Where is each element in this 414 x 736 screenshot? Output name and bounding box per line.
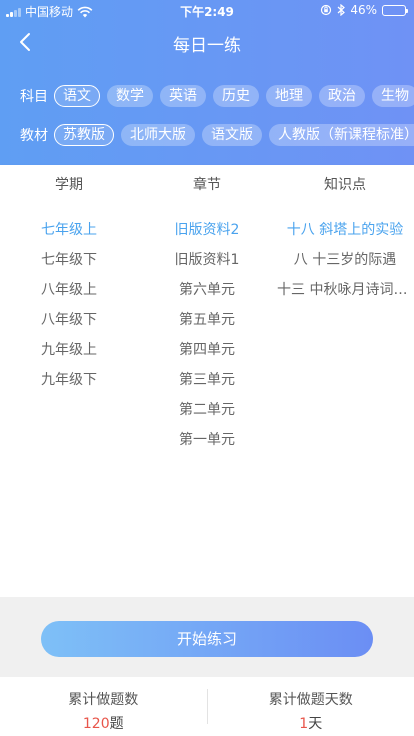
header: 中国移动 下午2:49 46% 每日一练 科目 语文 数学 英语 历史 地理 政… bbox=[0, 0, 414, 165]
textbook-row: 教材 苏教版 北师大版 语文版 人教版（新课程标准） bbox=[0, 122, 414, 148]
subject-label: 科目 bbox=[20, 89, 48, 105]
page-title: 每日一练 bbox=[173, 36, 241, 56]
knowledge-item[interactable]: 十八 斜塔上的实验 bbox=[287, 215, 403, 245]
semester-item[interactable]: 七年级上 bbox=[41, 215, 97, 245]
bluetooth-icon bbox=[337, 4, 346, 16]
stat-days-value: 1天 bbox=[208, 713, 414, 733]
stat-questions-unit: 题 bbox=[109, 716, 124, 732]
filter-tabs: 学期 章节 知识点 bbox=[0, 165, 414, 205]
textbook-chip[interactable]: 语文版 bbox=[202, 124, 262, 146]
semester-item[interactable]: 九年级上 bbox=[41, 335, 97, 365]
subject-chip[interactable]: 语文 bbox=[54, 85, 100, 107]
semester-item[interactable]: 八年级下 bbox=[41, 305, 97, 335]
semester-item[interactable]: 八年级上 bbox=[41, 275, 97, 305]
semester-column: 七年级上 七年级下 八年级上 八年级下 九年级上 九年级下 bbox=[0, 215, 138, 597]
knowledge-item[interactable]: 十三 中秋咏月诗词三首 bbox=[277, 275, 413, 305]
subject-chip[interactable]: 英语 bbox=[160, 85, 206, 107]
stat-days: 累计做题天数 1天 bbox=[208, 677, 414, 736]
semester-item[interactable]: 九年级下 bbox=[41, 365, 97, 395]
stat-questions-value: 120题 bbox=[0, 713, 207, 733]
stat-questions: 累计做题数 120题 bbox=[0, 677, 207, 736]
chapter-item[interactable]: 旧版资料1 bbox=[175, 245, 240, 275]
subject-chip[interactable]: 数学 bbox=[107, 85, 153, 107]
chapter-item[interactable]: 第五单元 bbox=[179, 305, 235, 335]
textbook-chip[interactable]: 北师大版 bbox=[121, 124, 195, 146]
subject-chip[interactable]: 历史 bbox=[213, 85, 259, 107]
knowledge-column: 十八 斜塔上的实验 八 十三岁的际遇 十三 中秋咏月诗词三首 bbox=[276, 215, 414, 597]
textbook-label: 教材 bbox=[20, 128, 48, 144]
subject-row: 科目 语文 数学 英语 历史 地理 政治 生物 bbox=[0, 83, 414, 109]
battery-icon bbox=[382, 4, 408, 16]
chapter-item[interactable]: 第四单元 bbox=[179, 335, 235, 365]
stats-bar: 累计做题数 120题 累计做题天数 1天 bbox=[0, 677, 414, 736]
subject-chip[interactable]: 生物 bbox=[372, 85, 414, 107]
subject-chip[interactable]: 地理 bbox=[266, 85, 312, 107]
nav-bar: 每日一练 bbox=[0, 28, 414, 58]
tab-knowledge-point[interactable]: 知识点 bbox=[276, 165, 414, 205]
textbook-chip[interactable]: 人教版（新课程标准） bbox=[269, 124, 414, 146]
chapter-column: 旧版资料2 旧版资料1 第六单元 第五单元 第四单元 第三单元 第二单元 第一单… bbox=[138, 215, 276, 597]
stat-days-label: 累计做题天数 bbox=[268, 692, 353, 708]
stat-days-number: 1 bbox=[299, 716, 309, 732]
stat-questions-label: 累计做题数 bbox=[68, 692, 139, 708]
semester-item[interactable]: 七年级下 bbox=[41, 245, 97, 275]
battery-percent: 46% bbox=[350, 3, 377, 17]
knowledge-item[interactable]: 八 十三岁的际遇 bbox=[294, 245, 396, 275]
tab-chapter[interactable]: 章节 bbox=[138, 165, 276, 205]
subject-chip[interactable]: 政治 bbox=[319, 85, 365, 107]
textbook-chip[interactable]: 苏教版 bbox=[54, 124, 114, 146]
chapter-item[interactable]: 旧版资料2 bbox=[175, 215, 240, 245]
action-area: 开始练习 bbox=[0, 597, 414, 677]
tab-semester[interactable]: 学期 bbox=[0, 165, 138, 205]
chapter-item[interactable]: 第二单元 bbox=[179, 395, 235, 425]
status-bar: 中国移动 下午2:49 46% bbox=[0, 0, 414, 22]
start-practice-button[interactable]: 开始练习 bbox=[41, 621, 373, 657]
chapter-item[interactable]: 第三单元 bbox=[179, 365, 235, 395]
orientation-lock-icon bbox=[321, 4, 332, 16]
stat-days-unit: 天 bbox=[308, 716, 323, 732]
stat-questions-number: 120 bbox=[82, 716, 110, 732]
chapter-item[interactable]: 第一单元 bbox=[179, 425, 235, 455]
status-right: 46% bbox=[320, 3, 408, 17]
selection-columns: 七年级上 七年级下 八年级上 八年级下 九年级上 九年级下 旧版资料2 旧版资料… bbox=[0, 205, 414, 597]
chapter-item[interactable]: 第六单元 bbox=[179, 275, 235, 305]
